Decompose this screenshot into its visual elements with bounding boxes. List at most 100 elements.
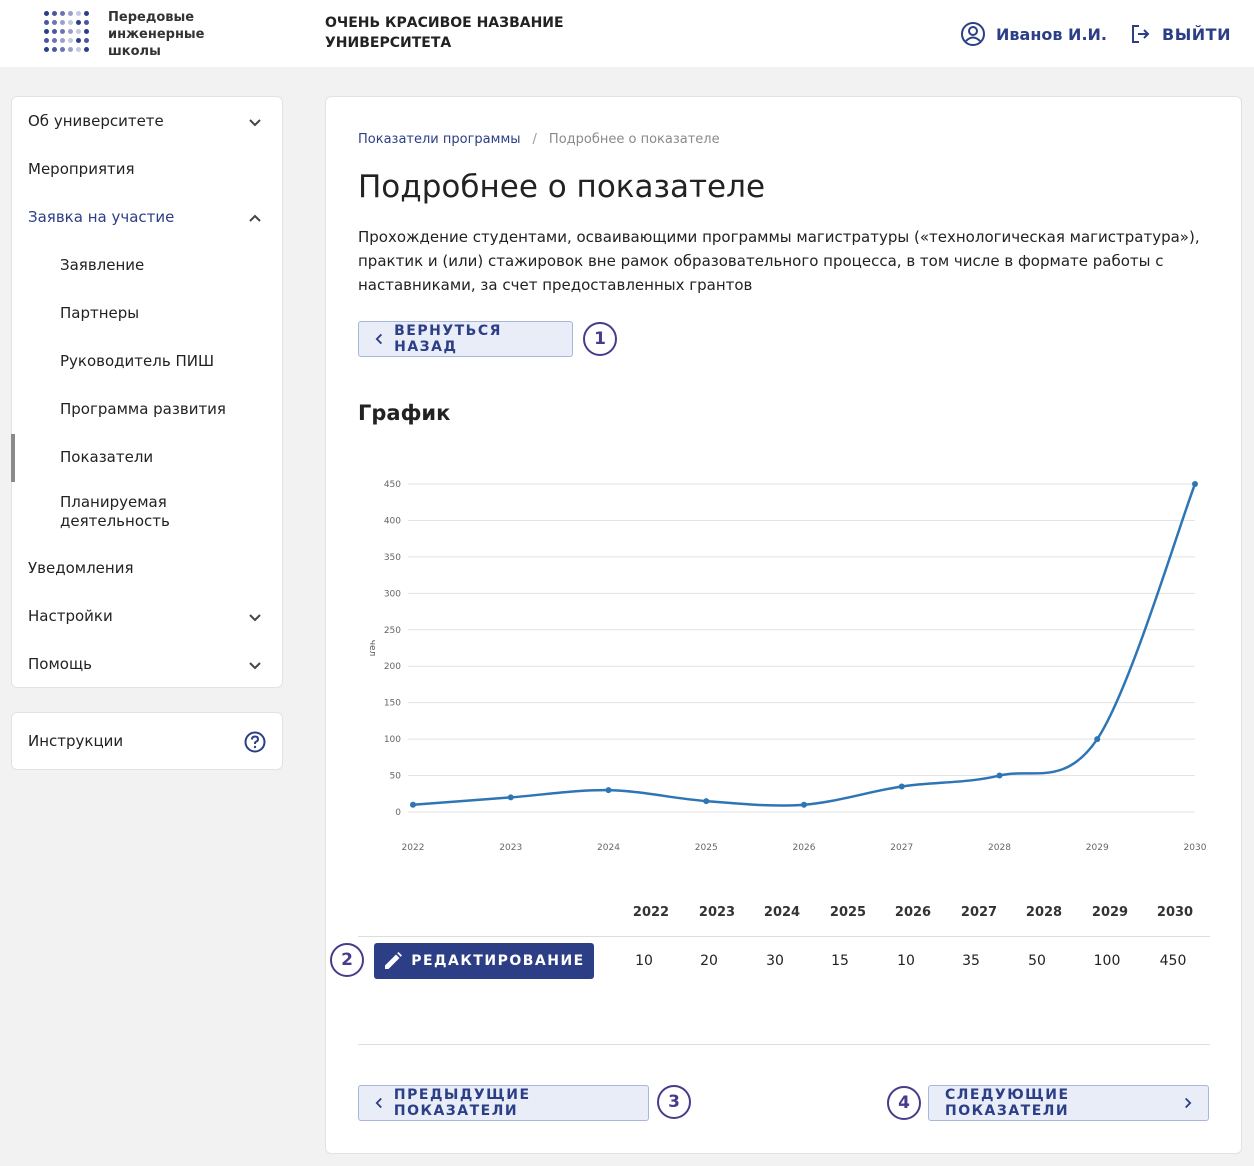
edit-button[interactable]: РЕДАКТИРОВАНИЕ [374, 943, 594, 979]
logo-dot [60, 20, 65, 25]
logo-dot [44, 29, 49, 34]
sidebar: Об университете Мероприятия Заявка на уч… [11, 96, 283, 688]
logo-dot [52, 38, 57, 43]
logo-dot [84, 38, 89, 43]
logout-button[interactable]: ВЫЙТИ [1130, 22, 1231, 46]
logo-dot [68, 20, 73, 25]
table-year-header: 2030 [1156, 905, 1194, 920]
indicator-description: Прохождение студентами, осваивающими про… [358, 228, 1200, 294]
sidebar-item-partners[interactable]: Партнеры [60, 304, 260, 323]
breadcrumb-parent-link[interactable]: Показатели программы [358, 132, 521, 147]
logo-dot [68, 29, 73, 34]
logo-dot [68, 38, 73, 43]
table-value: 15 [831, 953, 849, 969]
step-badge: 3 [657, 1085, 691, 1119]
data-point [898, 783, 905, 790]
previous-indicators-label: ПРЕДЫДУЩИЕ ПОКАЗАТЕЛИ [393, 1087, 531, 1119]
table-value: 50 [1028, 953, 1046, 969]
y-tick-label: 100 [384, 735, 401, 745]
line-chart: 0 50 100 150 200 250 300 350 400 450 2022 2023 2024 2… [367, 480, 1207, 853]
table-value: 30 [766, 953, 784, 969]
table-value: 20 [700, 953, 718, 969]
logo-dot [52, 11, 57, 16]
x-tick-label: 2027 [890, 843, 913, 853]
data-point [703, 798, 710, 805]
logo-dot [44, 20, 49, 25]
next-indicators-label: СЛЕДУЮЩИЕ ПОКАЗАТЕЛИ [945, 1087, 1070, 1119]
table-year-header: 2026 [894, 905, 932, 920]
data-point [996, 772, 1003, 779]
sidebar-item-head[interactable]: Руководитель ПИШ [60, 352, 260, 371]
table-year-header: 2024 [763, 905, 801, 920]
sidebar-item-indicators[interactable]: Показатели [60, 448, 260, 467]
main-panel: Показатели программы / Подробнее о показ… [325, 96, 1242, 1154]
x-tick-label: 2030 [1184, 843, 1207, 853]
back-button[interactable]: ВЕРНУТЬСЯ НАЗАД [358, 321, 573, 357]
sidebar-item-label: Мероприятия [28, 160, 135, 178]
logout-icon [1132, 25, 1150, 43]
top-bar: Передовые инженерные школы ОЧЕНЬ КРАСИВО… [0, 0, 1254, 67]
sidebar-item-label: Заявка на участие [28, 208, 175, 226]
y-tick-label: 50 [390, 772, 402, 782]
sidebar-item-statement[interactable]: Заявление [60, 256, 260, 275]
edit-button-label: РЕДАКТИРОВАНИЕ [411, 953, 585, 969]
sidebar-item-program[interactable]: Программа развития [60, 400, 260, 419]
previous-indicators-button[interactable]: ПРЕДЫДУЩИЕ ПОКАЗАТЕЛИ [358, 1085, 649, 1121]
section-divider [358, 1044, 1210, 1045]
data-point [507, 794, 514, 801]
data-point [801, 801, 807, 808]
sidebar-item-label: Настройки [28, 607, 113, 625]
sidebar-item-label: Уведомления [28, 559, 134, 577]
table-value: 10 [897, 953, 915, 969]
university-title: ОЧЕНЬ КРАСИВОЕ НАЗВАНИЕ УНИВЕРСИТЕТА [325, 15, 564, 51]
data-point [1192, 481, 1198, 487]
y-tick-label: 0 [395, 808, 401, 818]
logo-dot [52, 20, 57, 25]
logo-dot [52, 29, 57, 34]
sidebar-item-planned[interactable]: Планируемая деятельность [60, 493, 260, 531]
logo-dot [44, 38, 49, 43]
logo-dot [60, 38, 65, 43]
logo-dot [52, 47, 57, 52]
y-tick-label: 150 [384, 699, 401, 709]
logo-dot [60, 11, 65, 16]
x-tick-label: 2028 [988, 843, 1011, 853]
breadcrumb-separator: / [532, 132, 537, 147]
logo-dot [60, 29, 65, 34]
logo-icon[interactable] [44, 11, 92, 55]
table-value: 100 [1093, 953, 1121, 969]
data-point [605, 787, 612, 794]
x-tick-label: 2029 [1086, 843, 1109, 853]
logo-dot [76, 11, 81, 16]
next-indicators-button[interactable]: СЛЕДУЮЩИЕ ПОКАЗАТЕЛИ [928, 1085, 1209, 1121]
y-tick-label: 200 [384, 662, 401, 672]
chevron-down-icon [249, 662, 261, 670]
table-year-header: 2027 [960, 905, 998, 920]
logo-dot [76, 47, 81, 52]
table-value: 35 [962, 953, 980, 969]
table-year-header: 2029 [1091, 905, 1129, 920]
step-badge: 4 [887, 1086, 921, 1120]
user-menu[interactable]: Иванов И.И. [960, 22, 1107, 46]
table-year-header: 2028 [1025, 905, 1063, 920]
table-year-header: 2022 [632, 905, 670, 920]
help-icon [244, 731, 266, 753]
y-tick-label: 400 [384, 516, 401, 526]
logo-text[interactable]: Передовые инженерные школы [108, 9, 218, 60]
chevron-up-icon [249, 214, 261, 222]
data-point [410, 801, 416, 808]
chevron-left-icon [375, 333, 383, 345]
breadcrumb-current: Подробнее о показателе [548, 132, 720, 147]
instructions-link[interactable]: Инструкции [11, 712, 283, 770]
logo-dot [84, 11, 89, 16]
chevron-right-icon [1185, 1097, 1192, 1109]
logo-dot [60, 47, 65, 52]
logo-dot [84, 20, 89, 25]
sidebar-item-label: Об университете [28, 112, 164, 130]
data-point [1094, 736, 1101, 743]
step-badge: 2 [330, 943, 364, 977]
logo-dot [68, 47, 73, 52]
chevron-left-icon [375, 1097, 382, 1109]
logo-dot [76, 20, 81, 25]
active-indicator [11, 434, 15, 482]
